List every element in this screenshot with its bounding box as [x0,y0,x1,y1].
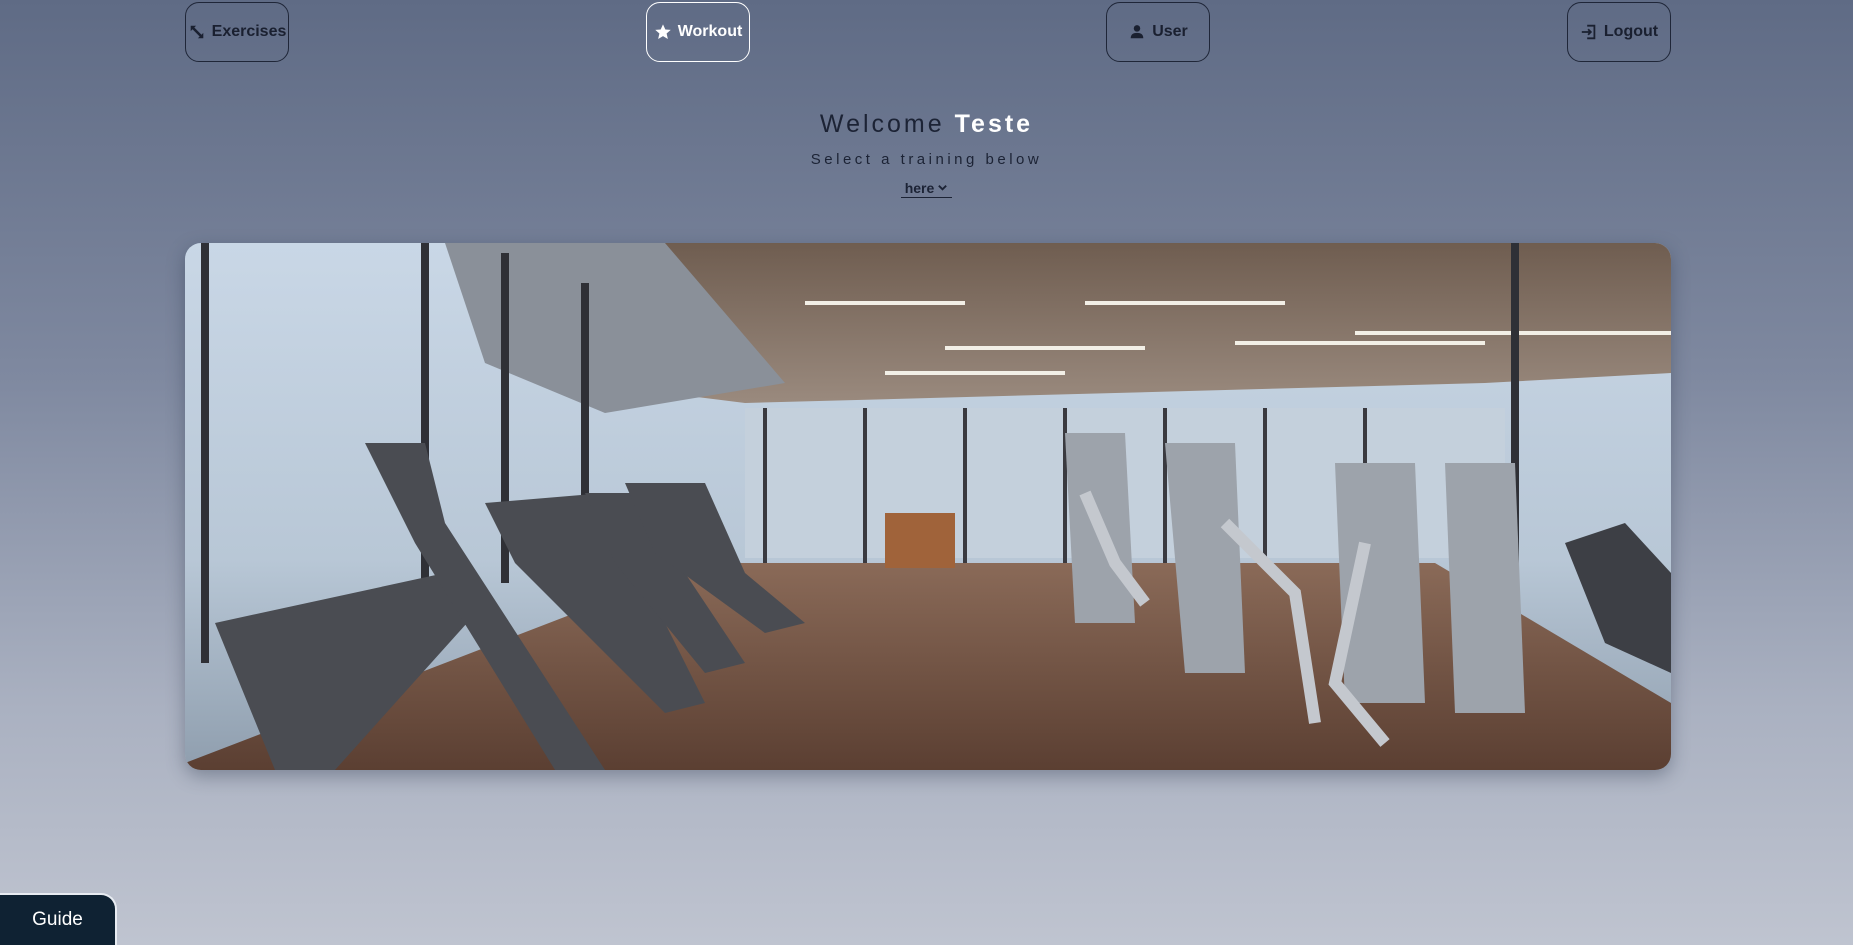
workout-label: Workout [677,23,743,40]
here-label: here [904,180,935,196]
user-button[interactable]: User [1106,2,1210,62]
arrows-diagonal-icon [188,23,206,41]
chevron-down-icon [937,180,948,196]
exercises-button[interactable]: Exercises [185,2,289,62]
person-icon [1128,23,1146,41]
gym-hero-image [185,243,1671,770]
workout-button[interactable]: Workout [646,2,750,62]
here-dropdown-wrap: here [0,180,1853,198]
guide-button[interactable]: Guide [0,893,117,945]
username: Teste [954,110,1034,138]
top-nav: Exercises Workout User Logout [0,2,1853,62]
user-label: User [1152,23,1188,40]
welcome-heading: Welcome Teste [0,110,1853,139]
subtitle: Select a training below [810,151,1043,168]
logout-icon [1580,23,1598,41]
logout-button[interactable]: Logout [1567,2,1671,62]
welcome-text: Welcome [819,110,945,138]
logout-label: Logout [1603,23,1659,40]
star-icon [654,23,672,41]
exercises-label: Exercises [211,23,287,40]
here-dropdown[interactable]: here [900,180,953,198]
